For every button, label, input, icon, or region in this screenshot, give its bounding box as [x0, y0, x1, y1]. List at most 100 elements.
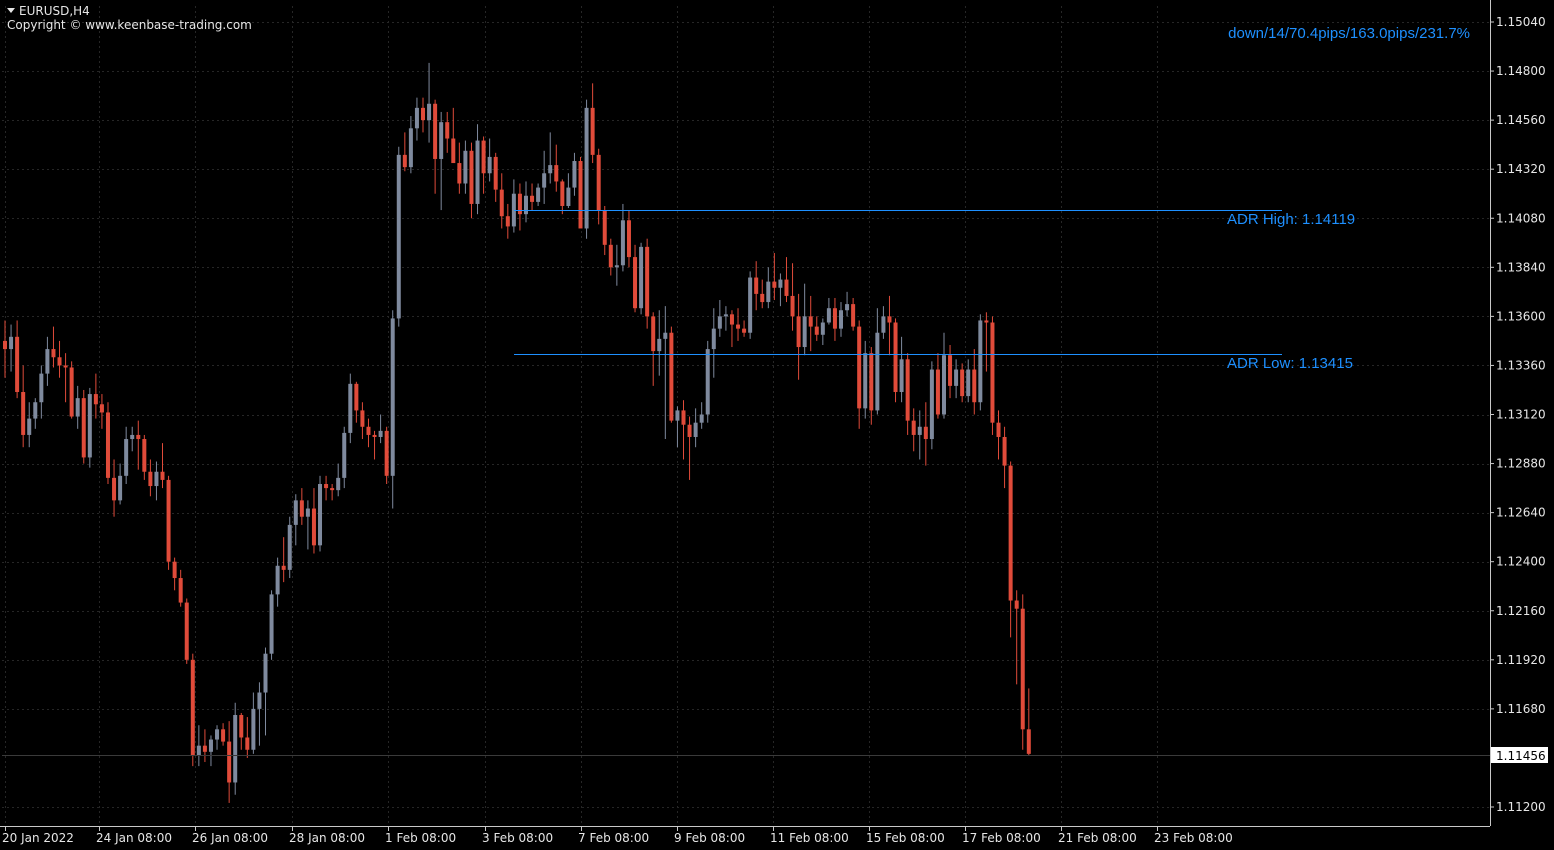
current-price-label: 1.11456: [1496, 749, 1546, 763]
candle-57: [348, 373, 353, 444]
candle-body: [1002, 436, 1007, 466]
candle-body: [469, 150, 474, 204]
candle-31: [190, 653, 195, 767]
adr-low-label: ADR Low: 1.13415: [1227, 355, 1353, 372]
candle-body: [457, 163, 462, 184]
candle-body: [269, 594, 274, 654]
candle-body: [923, 426, 928, 440]
candle-body: [578, 161, 583, 229]
candle-body: [245, 737, 250, 750]
candle-body: [402, 154, 407, 168]
candle-body: [536, 187, 541, 202]
candle-body: [87, 394, 92, 458]
candle-body: [208, 739, 213, 752]
candle-123: [748, 271, 753, 339]
candle-body: [324, 484, 329, 489]
candle-body: [832, 308, 837, 329]
candle-body: [796, 316, 801, 348]
candle-body: [633, 257, 638, 309]
candle-body: [251, 708, 256, 750]
candle-body: [227, 741, 232, 783]
candle-body: [663, 332, 668, 339]
candle-body: [736, 324, 741, 329]
candle-body: [984, 320, 989, 323]
y-tick-label: 1.14560: [1496, 113, 1546, 127]
candle-body: [1014, 600, 1019, 609]
candle-body: [530, 195, 535, 202]
candle-body: [1026, 729, 1031, 754]
candle-body: [596, 154, 601, 211]
candle-body: [869, 353, 874, 411]
candle-body: [305, 508, 310, 517]
candle-body: [572, 161, 577, 188]
indicator-status: down/14/70.4pips/163.0pips/231.7%: [1228, 25, 1470, 42]
candle-body: [675, 410, 680, 421]
price-chart[interactable]: 1.15040 1.14800 1.14560 1.14320 1.14080 1.138…: [0, 0, 1554, 850]
x-tick-label: 23 Feb 08:00: [1154, 831, 1233, 845]
candle-body: [172, 561, 177, 579]
candle-body: [705, 349, 710, 415]
candle-body: [93, 394, 98, 405]
candle-body: [9, 336, 14, 350]
y-tick-label: 1.12640: [1496, 506, 1546, 520]
candle-body: [766, 281, 771, 303]
candle-105: [639, 242, 644, 315]
candle-153: [929, 361, 934, 450]
candle-body: [396, 154, 401, 319]
y-tick-label: 1.13600: [1496, 309, 1546, 323]
candle-body: [45, 349, 50, 374]
candle-body: [857, 326, 862, 409]
candle-body: [905, 359, 910, 421]
candle-body: [966, 369, 971, 397]
candle-body: [130, 434, 135, 440]
candle-body: [124, 439, 129, 476]
candle-body: [99, 404, 104, 413]
candle-body: [39, 373, 44, 403]
candle-body: [154, 471, 159, 487]
candle-body: [427, 103, 432, 121]
candle-body: [445, 122, 450, 139]
candle-body: [190, 659, 195, 756]
candle-body: [336, 477, 341, 491]
candle-body: [693, 422, 698, 437]
candle-body: [1020, 608, 1025, 730]
candle-body: [517, 193, 522, 215]
candle-body: [845, 304, 850, 311]
candle-body: [142, 439, 147, 472]
candle-body: [378, 430, 383, 437]
y-tick-label: 1.14080: [1496, 211, 1546, 225]
candle-body: [548, 165, 553, 174]
candle-body: [863, 353, 868, 409]
candle-body: [354, 383, 359, 411]
candle-44: [269, 590, 274, 660]
candle-52: [318, 475, 323, 552]
candle-168: [1020, 594, 1025, 750]
candle-body: [960, 369, 965, 397]
x-tick-label: 24 Jan 08:00: [96, 831, 172, 845]
candle-body: [729, 314, 734, 325]
x-tick-label: 28 Jan 08:00: [289, 831, 365, 845]
y-tick-label: 1.14800: [1496, 64, 1546, 78]
symbol-header[interactable]: EURUSD,H4: [7, 4, 90, 18]
x-tick-label: 15 Feb 08:00: [866, 831, 945, 845]
candle-body: [820, 322, 825, 335]
candle-body: [784, 279, 789, 296]
y-tick-label: 1.14320: [1496, 162, 1546, 176]
candle-body: [717, 316, 722, 329]
dropdown-triangle-icon[interactable]: [7, 8, 15, 13]
candle-body: [21, 392, 26, 435]
candle-body: [196, 745, 201, 756]
candle-body: [990, 322, 995, 423]
candle-body: [554, 165, 559, 182]
candle-body: [826, 308, 831, 323]
candle-body: [802, 316, 807, 348]
candle-body: [112, 477, 117, 501]
candle-body: [639, 246, 644, 309]
candle-body: [281, 565, 286, 570]
candle-body: [626, 220, 631, 258]
candle-body: [681, 410, 686, 425]
candle-body: [754, 277, 759, 294]
candle-body: [614, 265, 619, 268]
candle-body: [669, 332, 674, 421]
candle-body: [839, 310, 844, 329]
